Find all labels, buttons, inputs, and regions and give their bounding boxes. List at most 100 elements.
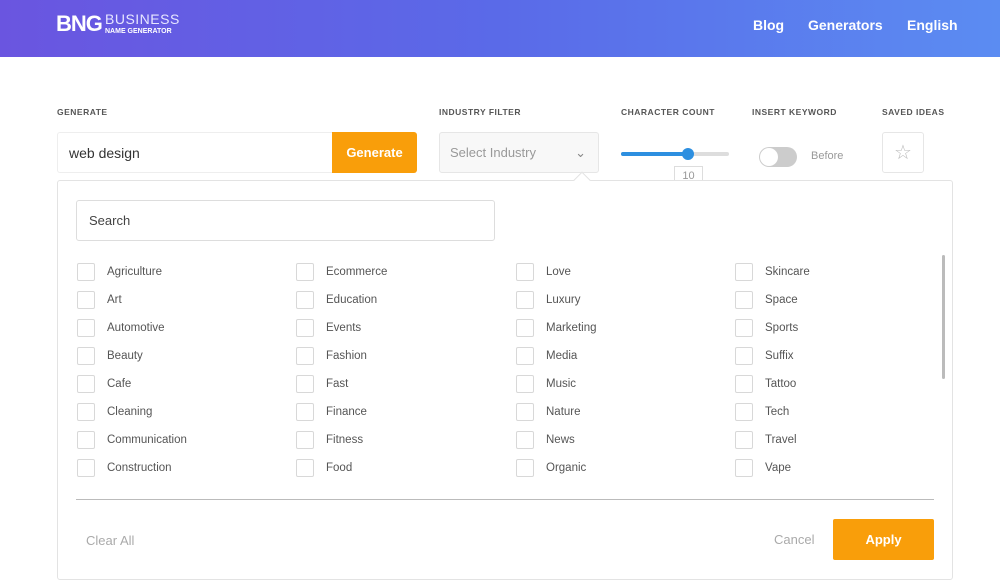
option-label: Finance bbox=[326, 406, 367, 418]
checkbox[interactable] bbox=[77, 375, 95, 393]
industry-option[interactable]: Ecommerce bbox=[296, 263, 387, 281]
checkbox[interactable] bbox=[735, 319, 753, 337]
option-label: Organic bbox=[546, 462, 587, 474]
industry-option[interactable]: Agriculture bbox=[77, 263, 162, 281]
checkbox[interactable] bbox=[296, 431, 314, 449]
checkbox[interactable] bbox=[735, 291, 753, 309]
checkbox[interactable] bbox=[516, 403, 534, 421]
industry-option[interactable]: Marketing bbox=[516, 319, 597, 337]
industry-option[interactable]: Education bbox=[296, 291, 377, 309]
industry-option[interactable]: Love bbox=[516, 263, 571, 281]
checkbox[interactable] bbox=[296, 319, 314, 337]
industry-option[interactable]: Media bbox=[516, 347, 577, 365]
checkbox[interactable] bbox=[77, 431, 95, 449]
industry-option[interactable]: Tattoo bbox=[735, 375, 796, 393]
option-label: Marketing bbox=[546, 322, 597, 334]
checkbox[interactable] bbox=[516, 347, 534, 365]
industry-option[interactable]: Luxury bbox=[516, 291, 581, 309]
option-label: Suffix bbox=[765, 350, 794, 362]
option-label: Construction bbox=[107, 462, 172, 474]
checkbox[interactable] bbox=[296, 375, 314, 393]
divider bbox=[76, 499, 934, 500]
saved-ideas-button[interactable]: ☆ bbox=[882, 132, 924, 173]
option-label: Automotive bbox=[107, 322, 165, 334]
checkbox[interactable] bbox=[735, 431, 753, 449]
industry-option[interactable]: Events bbox=[296, 319, 361, 337]
checkbox[interactable] bbox=[77, 319, 95, 337]
checkbox[interactable] bbox=[735, 263, 753, 281]
clear-all-button[interactable]: Clear All bbox=[86, 533, 134, 548]
industry-option[interactable]: Food bbox=[296, 459, 352, 477]
option-label: Communication bbox=[107, 434, 187, 446]
generate-label: GENERATE bbox=[57, 107, 108, 117]
industry-option[interactable]: Tech bbox=[735, 403, 789, 421]
checkbox[interactable] bbox=[296, 347, 314, 365]
generate-button[interactable]: Generate bbox=[332, 132, 417, 173]
checkbox[interactable] bbox=[516, 263, 534, 281]
nav-blog[interactable]: Blog bbox=[753, 17, 784, 33]
industry-option[interactable]: Space bbox=[735, 291, 798, 309]
industry-option[interactable]: Construction bbox=[77, 459, 172, 477]
industry-option[interactable]: Skincare bbox=[735, 263, 810, 281]
checkbox[interactable] bbox=[516, 459, 534, 477]
checkbox[interactable] bbox=[77, 403, 95, 421]
star-icon: ☆ bbox=[894, 142, 912, 164]
checkbox[interactable] bbox=[516, 431, 534, 449]
industry-option[interactable]: Travel bbox=[735, 431, 797, 449]
charcount-slider[interactable] bbox=[621, 148, 729, 160]
checkbox[interactable] bbox=[735, 459, 753, 477]
industry-option[interactable]: Cleaning bbox=[77, 403, 152, 421]
option-label: Space bbox=[765, 294, 798, 306]
industry-option[interactable]: Organic bbox=[516, 459, 586, 477]
checkbox[interactable] bbox=[735, 347, 753, 365]
industry-option[interactable]: Automotive bbox=[77, 319, 165, 337]
checkbox[interactable] bbox=[77, 347, 95, 365]
industry-option[interactable]: Sports bbox=[735, 319, 798, 337]
checkbox[interactable] bbox=[77, 291, 95, 309]
checkbox[interactable] bbox=[296, 291, 314, 309]
saved-label: SAVED IDEAS bbox=[882, 107, 945, 117]
checkbox[interactable] bbox=[516, 291, 534, 309]
checkbox[interactable] bbox=[296, 459, 314, 477]
option-label: Fashion bbox=[326, 350, 367, 362]
industry-option[interactable]: Fitness bbox=[296, 431, 363, 449]
cancel-button[interactable]: Cancel bbox=[774, 532, 814, 547]
industry-option[interactable]: Fashion bbox=[296, 347, 367, 365]
keyword-position: Before bbox=[811, 150, 844, 162]
industry-option[interactable]: Cafe bbox=[77, 375, 131, 393]
checkbox[interactable] bbox=[735, 403, 753, 421]
checkbox[interactable] bbox=[77, 263, 95, 281]
keyword-toggle[interactable] bbox=[759, 147, 797, 167]
slider-handle[interactable] bbox=[681, 148, 694, 160]
checkbox[interactable] bbox=[516, 319, 534, 337]
header: BNG BUSINESS NAME GENERATOR Blog Generat… bbox=[0, 0, 1000, 57]
industry-option[interactable]: Fast bbox=[296, 375, 348, 393]
logo-mark[interactable]: BNG bbox=[56, 11, 103, 37]
industry-option[interactable]: Beauty bbox=[77, 347, 143, 365]
checkbox[interactable] bbox=[735, 375, 753, 393]
scrollbar[interactable] bbox=[942, 255, 945, 379]
industry-option[interactable]: Finance bbox=[296, 403, 367, 421]
industry-search-input[interactable]: Search bbox=[76, 200, 495, 241]
slider-fill bbox=[621, 152, 688, 156]
option-label: Skincare bbox=[765, 266, 810, 278]
option-label: Luxury bbox=[546, 294, 581, 306]
apply-button[interactable]: Apply bbox=[833, 519, 934, 560]
checkbox[interactable] bbox=[516, 375, 534, 393]
checkbox[interactable] bbox=[77, 459, 95, 477]
industry-option[interactable]: Vape bbox=[735, 459, 791, 477]
industry-dropdown: Search Agriculture Art Automotive Beauty Caf… bbox=[57, 180, 953, 580]
industry-option[interactable]: Music bbox=[516, 375, 576, 393]
industry-option[interactable]: Art bbox=[77, 291, 122, 309]
generate-input[interactable]: web design bbox=[57, 132, 333, 173]
industry-option[interactable]: Nature bbox=[516, 403, 581, 421]
industry-option[interactable]: Suffix bbox=[735, 347, 794, 365]
option-label: Art bbox=[107, 294, 122, 306]
nav-generators[interactable]: Generators bbox=[808, 17, 883, 33]
checkbox[interactable] bbox=[296, 403, 314, 421]
checkbox[interactable] bbox=[296, 263, 314, 281]
industry-option[interactable]: Communication bbox=[77, 431, 187, 449]
industry-select[interactable]: Select Industry ⌄ bbox=[439, 132, 599, 173]
nav-language[interactable]: English bbox=[907, 17, 958, 33]
industry-option[interactable]: News bbox=[516, 431, 575, 449]
